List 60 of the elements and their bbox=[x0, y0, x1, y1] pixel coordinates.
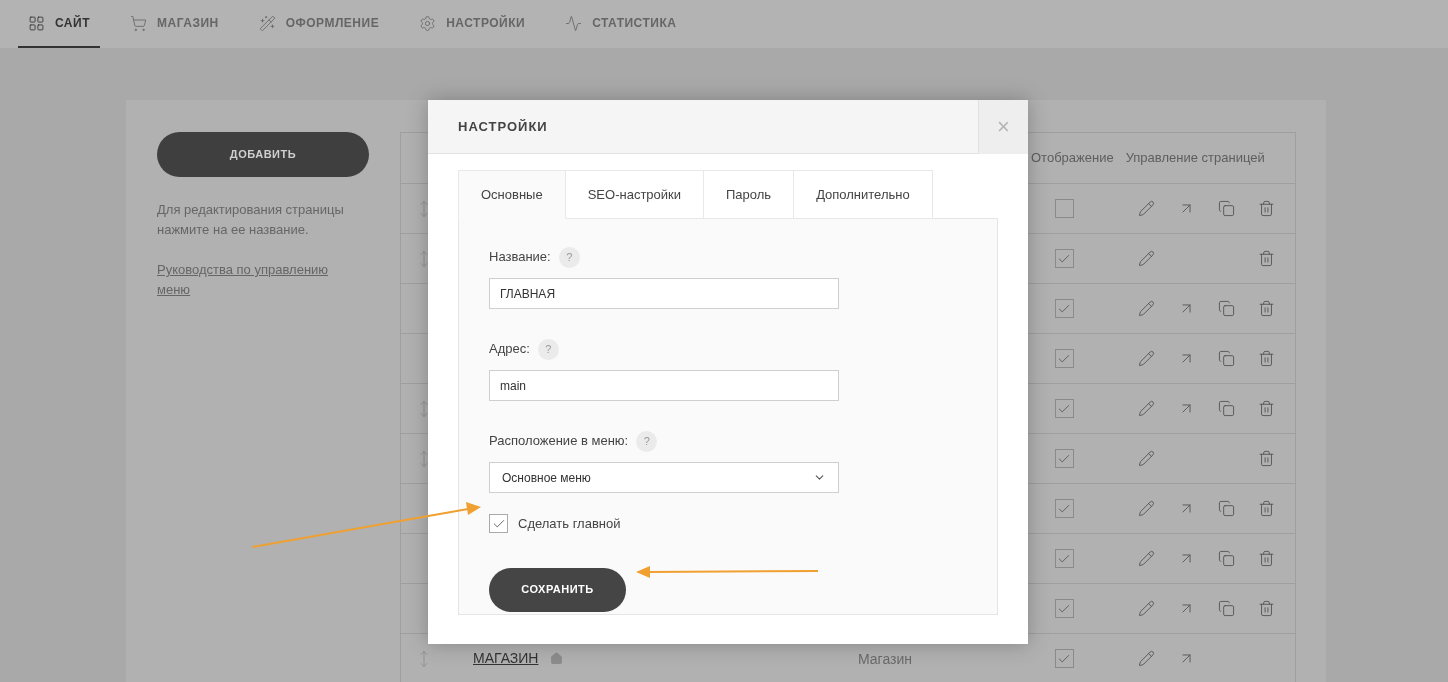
edit-icon[interactable] bbox=[1137, 550, 1155, 567]
dialog-title: НАСТРОЙКИ bbox=[457, 117, 549, 136]
edit-icon[interactable] bbox=[1137, 400, 1155, 417]
visibility-checkbox[interactable] bbox=[1054, 649, 1074, 668]
copy-icon[interactable] bbox=[1217, 200, 1235, 217]
edit-icon[interactable] bbox=[1137, 650, 1155, 667]
delete-icon[interactable] bbox=[1257, 550, 1275, 567]
nav-tab[interactable]: САЙТ bbox=[18, 0, 100, 48]
copy-icon[interactable] bbox=[1217, 500, 1235, 517]
visibility-checkbox[interactable] bbox=[1054, 599, 1074, 618]
delete-icon[interactable] bbox=[1257, 450, 1275, 467]
brush-icon bbox=[258, 14, 276, 32]
visibility-checkbox[interactable] bbox=[1054, 349, 1074, 368]
visibility-checkbox[interactable] bbox=[1054, 449, 1074, 468]
grid-icon bbox=[28, 14, 45, 32]
copy-icon[interactable] bbox=[1217, 400, 1235, 417]
add-button[interactable]: ДОБАВИТЬ bbox=[157, 132, 369, 177]
delete-icon[interactable] bbox=[1257, 600, 1275, 617]
text-field[interactable]: main bbox=[489, 370, 839, 401]
gear-icon bbox=[419, 14, 437, 32]
delete-icon[interactable] bbox=[1257, 200, 1275, 217]
dialog-tab[interactable]: Основные bbox=[458, 170, 566, 219]
copy-icon[interactable] bbox=[1217, 350, 1235, 367]
field-label: Расположение в меню: bbox=[489, 432, 629, 451]
visibility-checkbox[interactable] bbox=[1054, 499, 1074, 518]
visibility-checkbox[interactable] bbox=[1054, 399, 1074, 418]
page-type: Магазин bbox=[858, 650, 912, 667]
hint-text: Для редактирования страницы нажмите на ее название. bbox=[157, 201, 345, 239]
edit-icon[interactable] bbox=[1137, 450, 1155, 467]
edit-icon[interactable] bbox=[1137, 250, 1155, 267]
copy-icon[interactable] bbox=[1217, 600, 1235, 617]
field-label: Название: bbox=[489, 248, 551, 267]
visibility-checkbox[interactable] bbox=[1054, 299, 1074, 318]
visibility-checkbox[interactable] bbox=[1054, 249, 1074, 268]
column-header: Отображение bbox=[1031, 149, 1114, 168]
delete-icon[interactable] bbox=[1257, 250, 1275, 267]
copy-icon[interactable] bbox=[1217, 550, 1235, 567]
delete-icon[interactable] bbox=[1257, 400, 1275, 417]
checkbox[interactable] bbox=[489, 514, 508, 534]
delete-icon[interactable] bbox=[1257, 300, 1275, 317]
column-header: Управление страницей bbox=[1125, 149, 1265, 168]
dialog-tab[interactable]: Дополнительно bbox=[793, 170, 933, 219]
cart-icon bbox=[130, 14, 147, 32]
checkbox-label: Сделать главной bbox=[518, 515, 621, 533]
visibility-checkbox[interactable] bbox=[1054, 549, 1074, 568]
save-button[interactable]: СОХРАНИТЬ bbox=[489, 567, 626, 612]
copy-icon[interactable] bbox=[1217, 300, 1235, 317]
menu-select[interactable]: Основное меню bbox=[489, 462, 839, 493]
field-label: Адрес: bbox=[489, 340, 530, 359]
text-field[interactable]: ГЛАВНАЯ bbox=[489, 278, 839, 309]
edit-icon[interactable] bbox=[1137, 200, 1155, 217]
page-link[interactable]: МАГАЗИН bbox=[473, 648, 539, 669]
edit-icon[interactable] bbox=[1137, 350, 1155, 367]
delete-icon[interactable] bbox=[1257, 350, 1275, 367]
edit-icon[interactable] bbox=[1137, 300, 1155, 317]
visibility-checkbox[interactable] bbox=[1054, 199, 1074, 218]
chart-line-icon bbox=[565, 14, 583, 32]
edit-icon[interactable] bbox=[1137, 600, 1155, 617]
edit-icon[interactable] bbox=[1137, 500, 1155, 517]
delete-icon[interactable] bbox=[1257, 500, 1275, 517]
